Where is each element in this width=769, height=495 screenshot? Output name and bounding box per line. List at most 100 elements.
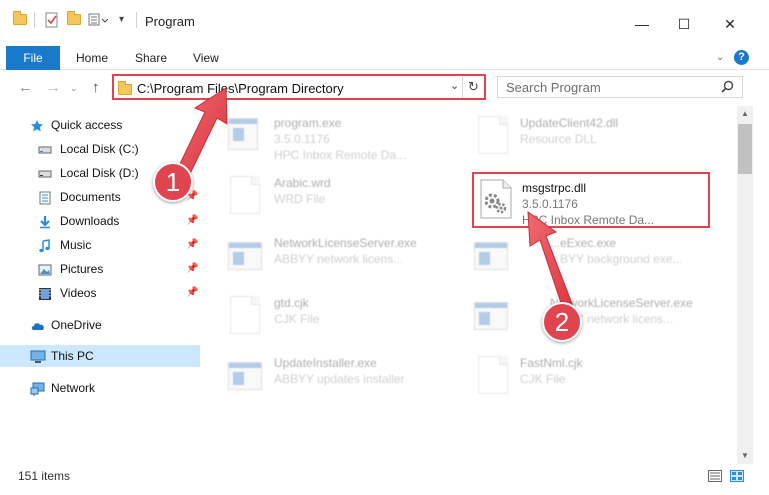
tiles-view-icon[interactable] <box>730 470 744 482</box>
file-description: HPC Inbox Remote Da... <box>522 213 655 227</box>
executable-icon <box>228 356 262 396</box>
search-input[interactable] <box>498 77 718 97</box>
file-item[interactable]: NetworkLicenseServer.exe ABBYY network l… <box>228 232 468 288</box>
sidebar-item-quick-access[interactable]: Quick access <box>0 114 200 136</box>
scroll-up-icon[interactable]: ▲ <box>737 106 753 122</box>
sidebar-item-label: Local Disk (C:) <box>60 142 139 156</box>
file-item[interactable]: program.exe 3.5.0.1176 HPC Inbox Remote … <box>228 112 468 168</box>
drive-icon <box>38 142 52 156</box>
sidebar-item-music[interactable]: Music 📌 <box>0 234 200 256</box>
executable-icon <box>228 116 262 156</box>
properties-icon[interactable] <box>44 12 60 28</box>
cloud-icon <box>30 318 44 332</box>
item-count: 151 items <box>18 469 71 483</box>
scroll-thumb[interactable] <box>738 124 752 174</box>
scroll-down-icon[interactable]: ▼ <box>737 448 753 464</box>
file-name: Arabic.wrd <box>274 176 331 190</box>
computer-icon <box>30 349 46 363</box>
pin-icon[interactable]: 📌 <box>186 258 198 280</box>
drive-icon <box>38 166 52 180</box>
file-name: program.exe <box>274 116 342 130</box>
executable-icon <box>474 296 508 336</box>
navigation-bar: ← → ⌄ ↑ C:\Program Files\Program Directo… <box>0 70 769 106</box>
minimize-button[interactable]: — <box>624 13 660 35</box>
tab-file[interactable]: File <box>6 46 60 70</box>
pin-icon[interactable]: 📌 <box>186 210 198 232</box>
file-name: NetworkLicenseServer.exe <box>274 236 417 250</box>
close-button[interactable]: ✕ <box>712 13 748 35</box>
file-icon <box>230 296 264 336</box>
sidebar-item-this-pc[interactable]: This PC <box>0 345 200 367</box>
sidebar-item-pictures[interactable]: Pictures 📌 <box>0 258 200 280</box>
sidebar-item-onedrive[interactable]: OneDrive <box>0 314 200 336</box>
file-item[interactable]: NetworkLicenseServer.exe ...BYY network … <box>474 292 714 348</box>
videos-icon <box>38 286 52 300</box>
sidebar-item-local-disk-c[interactable]: Local Disk (C:) <box>0 138 200 160</box>
documents-icon <box>38 190 52 205</box>
vertical-scrollbar[interactable]: ▲ ▼ <box>737 106 753 464</box>
file-type: WRD File <box>274 192 326 206</box>
sidebar-item-label: Videos <box>60 286 97 300</box>
sidebar-item-label: Downloads <box>60 214 120 228</box>
sidebar-item-label: Documents <box>60 190 121 204</box>
pin-icon[interactable]: 📌 <box>186 282 198 304</box>
sidebar-item-label: Music <box>60 238 92 252</box>
sidebar-item-label: Quick access <box>51 118 123 132</box>
tab-home[interactable]: Home <box>76 46 108 70</box>
tab-share[interactable]: Share <box>135 46 167 70</box>
file-item[interactable]: gtd.cjk CJK File <box>228 292 468 348</box>
pin-icon[interactable]: 📌 <box>186 234 198 256</box>
forward-arrow-icon[interactable]: → <box>46 79 61 96</box>
sidebar-item-downloads[interactable]: Downloads 📌 <box>0 210 200 232</box>
search-icon[interactable] <box>721 80 734 96</box>
sidebar-item-label: Pictures <box>60 262 104 276</box>
file-version: 3.5.0.1176 <box>274 132 330 146</box>
sidebar-item-label: Network <box>51 381 96 395</box>
sidebar-item-videos[interactable]: Videos 📌 <box>0 282 200 304</box>
file-description: ABBYY network licens... <box>274 252 404 266</box>
tab-view[interactable]: View <box>193 46 219 70</box>
network-icon <box>30 381 45 396</box>
star-icon <box>30 118 44 132</box>
address-path[interactable]: C:\Program Files\Program Directory <box>137 81 344 96</box>
file-icon <box>230 176 264 216</box>
back-arrow-icon[interactable]: ← <box>18 79 33 96</box>
navigation-pane: Quick access Local Disk (C:) Local Disk … <box>0 106 200 464</box>
refresh-button[interactable]: ↻ <box>462 76 484 98</box>
sidebar-item-label: OneDrive <box>51 318 102 332</box>
sidebar-item-label: This PC <box>51 349 94 363</box>
file-name: gtd.cjk <box>274 296 309 310</box>
pictures-icon <box>38 262 52 276</box>
chevron-down-icon[interactable]: ⌄ <box>450 79 459 92</box>
file-description: ABBYY updates installer <box>274 372 405 386</box>
expand-ribbon-icon[interactable]: ⌄ <box>716 52 724 63</box>
file-item[interactable]: ...eExec.exe ...BYY background exe... <box>474 232 714 288</box>
status-bar: 151 items <box>0 464 769 495</box>
help-icon[interactable]: ? <box>734 50 749 65</box>
file-item[interactable]: UpdateInstaller.exe ABBYY updates instal… <box>228 352 468 408</box>
up-arrow-icon[interactable]: ↑ <box>92 79 100 96</box>
new-folder-icon[interactable] <box>66 11 82 28</box>
file-name: UpdateInstaller.exe <box>274 356 377 370</box>
details-view-icon[interactable] <box>708 470 722 482</box>
file-type: Resource DLL <box>520 132 597 146</box>
file-item[interactable]: FastNml.cjk CJK File <box>474 352 714 408</box>
music-icon <box>38 238 52 253</box>
divider <box>136 12 137 28</box>
maximize-button[interactable]: ☐ <box>666 13 702 35</box>
recent-locations-icon[interactable]: ⌄ <box>70 83 78 94</box>
chevron-down-icon[interactable]: ▾ <box>119 14 135 30</box>
file-type: CJK File <box>520 372 566 386</box>
window-title: Program <box>145 14 195 29</box>
address-bar[interactable]: C:\Program Files\Program Directory ⌄ ↻ <box>112 74 486 100</box>
step-2-badge: 2 <box>542 302 582 342</box>
search-box[interactable] <box>497 76 743 98</box>
file-name: UpdateClient42.dll <box>520 116 619 130</box>
file-item[interactable]: Arabic.wrd WRD File <box>228 172 468 228</box>
sidebar-item-label: Local Disk (D:) <box>60 166 139 180</box>
file-item-selected[interactable]: msgstrpc.dll 3.5.0.1176 HPC Inbox Remote… <box>472 172 710 228</box>
customize-toolbar-icon[interactable] <box>88 12 109 28</box>
file-item[interactable]: UpdateClient42.dll Resource DLL <box>474 112 714 168</box>
sidebar-item-network[interactable]: Network <box>0 377 200 399</box>
file-icon <box>478 356 512 396</box>
